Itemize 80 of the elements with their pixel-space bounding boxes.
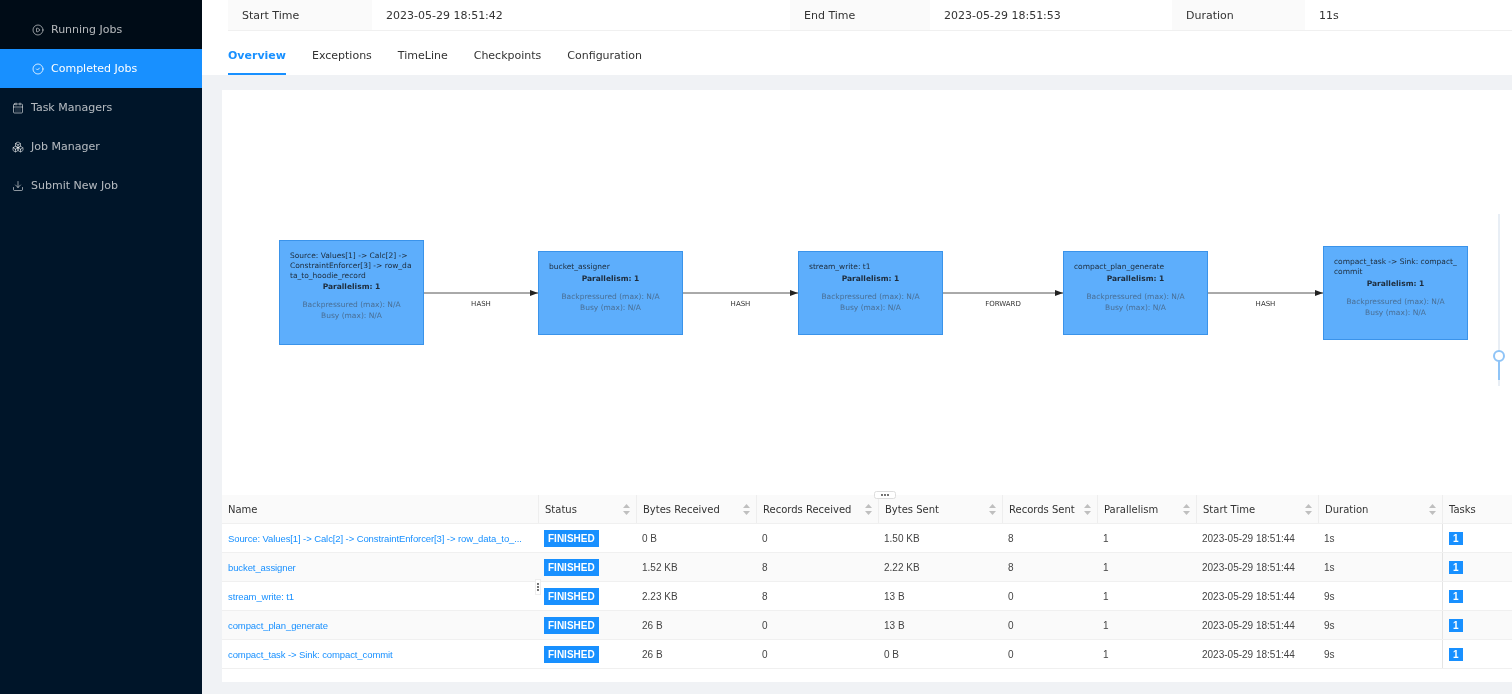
table-cell: 1s — [1324, 532, 1335, 544]
status-badge: FINISHED — [544, 616, 599, 634]
table-cell: 2023-05-29 18:51:44 — [1202, 590, 1295, 602]
resize-handle-icon[interactable] — [535, 579, 541, 595]
column-header[interactable]: Duration — [1318, 495, 1442, 523]
column-header[interactable]: Records Sent — [1002, 495, 1097, 523]
status-badge: FINISHED — [544, 558, 599, 576]
column-header[interactable]: Tasks — [1442, 495, 1512, 523]
tab[interactable]: Exceptions — [312, 31, 372, 75]
calendar-icon — [12, 101, 24, 114]
sidebar-item[interactable]: Running Jobs — [0, 10, 202, 49]
column-header[interactable]: Bytes Sent — [878, 495, 1002, 523]
sort-icon[interactable] — [1429, 503, 1436, 515]
sort-icon[interactable] — [1305, 503, 1312, 515]
table-cell: 0 B — [884, 648, 899, 660]
table-cell: 9s — [1324, 590, 1335, 602]
table-cell: 2023-05-29 18:51:44 — [1202, 648, 1295, 660]
table-cell: 1 — [1103, 619, 1109, 631]
column-header[interactable]: Start Time — [1196, 495, 1318, 523]
info-value: 2023-05-29 18:51:53 — [943, 7, 1062, 24]
table-cell: 8 — [762, 590, 768, 602]
table-cell: 1.50 KB — [884, 532, 920, 544]
info-label: Start Time — [228, 0, 372, 30]
table-cell: 26 B — [642, 648, 663, 660]
sidebar-item[interactable]: Submit New Job — [0, 166, 202, 205]
table-cell: 9s — [1324, 648, 1335, 660]
table-cell: 1.52 KB — [642, 561, 678, 573]
table-cell: 8 — [1008, 532, 1014, 544]
tab[interactable]: Checkpoints — [473, 31, 542, 75]
table-cell: 13 B — [884, 619, 905, 631]
slider-thumb[interactable] — [1493, 350, 1505, 362]
table-cell: 1 — [1103, 590, 1109, 602]
info-value: 2023-05-29 18:51:42 — [385, 7, 504, 24]
table-cell: 0 — [1008, 619, 1014, 631]
column-header[interactable]: Name — [222, 495, 538, 523]
table-cell: 2023-05-29 18:51:44 — [1202, 619, 1295, 631]
table-cell: 9s — [1324, 619, 1335, 631]
tab[interactable]: TimeLine — [397, 31, 448, 75]
status-badge: FINISHED — [544, 645, 599, 663]
table-cell: 1 — [1103, 532, 1109, 544]
column-header[interactable]: Status — [538, 495, 636, 523]
table-cell: 26 B — [642, 619, 663, 631]
sidebar-item[interactable]: Task Managers — [0, 88, 202, 127]
table-cell: 1 — [1103, 561, 1109, 573]
tab[interactable]: Configuration — [567, 31, 642, 75]
check-circle-icon — [32, 62, 44, 75]
sort-icon[interactable] — [1084, 503, 1091, 515]
column-header[interactable]: Bytes Received — [636, 495, 756, 523]
info-label: End Time — [790, 0, 930, 30]
info-value: 11s — [1318, 7, 1340, 24]
table-cell: 2023-05-29 18:51:44 — [1202, 561, 1295, 573]
sort-icon[interactable] — [1183, 503, 1190, 515]
table-cell: 13 B — [884, 590, 905, 602]
table-cell: 0 — [762, 619, 768, 631]
sort-icon[interactable] — [865, 503, 872, 515]
table-cell: 1s — [1324, 561, 1335, 573]
sort-icon[interactable] — [743, 503, 750, 515]
table-cell: 2.22 KB — [884, 561, 920, 573]
boxes-icon — [12, 140, 24, 153]
sort-icon[interactable] — [623, 503, 630, 515]
info-label: Duration — [1172, 0, 1305, 30]
table-cell: 0 B — [642, 532, 657, 544]
table-cell: 8 — [1008, 561, 1014, 573]
table-cell: 8 — [762, 561, 768, 573]
column-header[interactable]: Parallelism — [1097, 495, 1196, 523]
resize-handle-icon[interactable] — [874, 491, 896, 499]
table-cell: 0 — [762, 648, 768, 660]
status-badge: FINISHED — [544, 529, 599, 547]
table-cell: 0 — [762, 532, 768, 544]
sort-icon[interactable] — [989, 503, 996, 515]
table-cell: 1 — [1103, 648, 1109, 660]
play-circle-icon — [32, 23, 44, 36]
table-cell: 0 — [1008, 648, 1014, 660]
sidebar-item[interactable]: Job Manager — [0, 127, 202, 166]
column-header[interactable]: Records Received — [756, 495, 878, 523]
table-cell: 0 — [1008, 590, 1014, 602]
download-icon — [12, 179, 24, 192]
status-badge: FINISHED — [544, 587, 599, 605]
table-cell: 2.23 KB — [642, 590, 678, 602]
table-cell: 2023-05-29 18:51:44 — [1202, 532, 1295, 544]
